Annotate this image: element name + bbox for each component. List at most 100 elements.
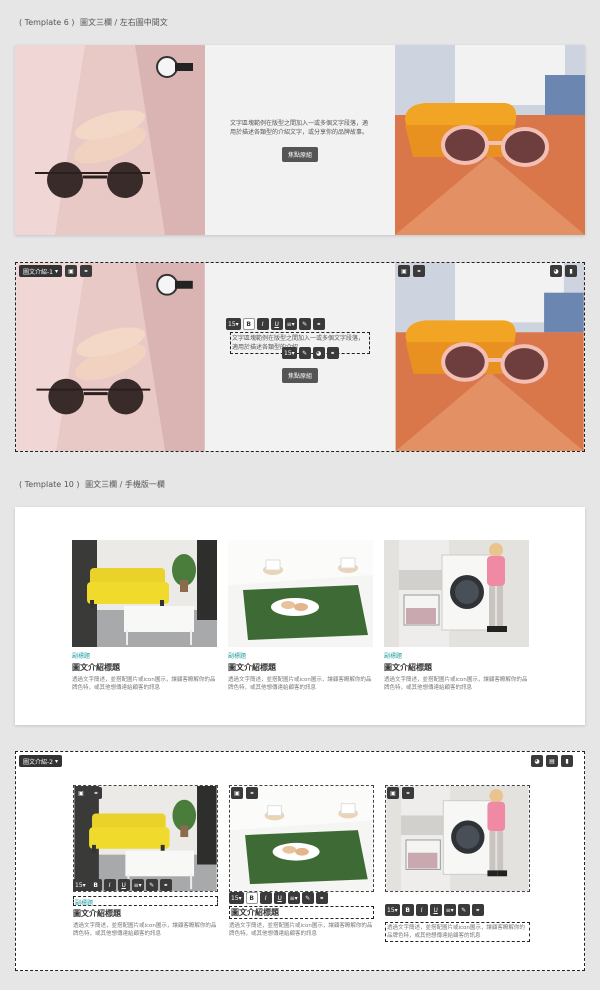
- text-format-toolbar: 15 ▾ B I U ≡▾ ✎ ⚭: [73, 879, 172, 891]
- italic-button[interactable]: I: [415, 904, 428, 916]
- palette-icon[interactable]: ◕: [550, 265, 562, 277]
- block-tag-dropdown[interactable]: 圖文介紹-2 ▾: [19, 755, 62, 767]
- edit-feature-card: 副標題 圖文介紹標題 透過文字簡述，並搭配圖片或icon圖示，讓顧客瞭解你的品牌…: [73, 785, 218, 938]
- font-size-dropdown[interactable]: 15 ▾: [282, 347, 297, 359]
- caret-down-icon: ▾: [54, 757, 58, 765]
- pen-icon[interactable]: ✎: [301, 892, 314, 904]
- link-icon[interactable]: ⚭: [326, 347, 339, 359]
- yellow-sofa-image: [72, 540, 217, 647]
- underline-button[interactable]: U: [429, 904, 442, 916]
- edit-card-category-box[interactable]: 副標題: [73, 896, 218, 907]
- child-laundry-image: [384, 540, 529, 647]
- edit-feature-card: 圖文介紹標題 透過文字簡述，並搭配圖片或icon圖示，讓顧客瞭解你的品牌色特，或…: [229, 785, 374, 938]
- italic-button[interactable]: I: [256, 318, 269, 330]
- pen-icon[interactable]: ✎: [298, 347, 311, 359]
- link-icon[interactable]: ⚭: [413, 265, 425, 277]
- font-size-dropdown[interactable]: 15 ▾: [226, 318, 241, 330]
- align-dropdown[interactable]: ≡▾: [131, 879, 144, 891]
- edit-table-bread-image[interactable]: [229, 785, 374, 892]
- pen-icon[interactable]: ✎: [457, 904, 470, 916]
- image-icon[interactable]: ▣: [231, 787, 243, 799]
- image-icon[interactable]: ▣: [75, 787, 87, 799]
- card-title: 圖文介紹標題: [228, 663, 276, 672]
- link-icon[interactable]: ⚭: [315, 892, 328, 904]
- settings-icon[interactable]: ▤: [546, 755, 558, 767]
- block-actions: ◕ ▮: [550, 265, 577, 277]
- card-description: 透過文字簡述，並搭配圖片或icon圖示，讓顧客瞭解你的品牌色特，或其他想傳達給顧…: [73, 923, 217, 937]
- image-icon[interactable]: ▣: [387, 787, 399, 799]
- font-size-dropdown[interactable]: 15 ▾: [73, 879, 88, 891]
- pen-icon[interactable]: ✎: [298, 318, 311, 330]
- palette-icon[interactable]: ◕: [531, 755, 543, 767]
- template10-edit: 副標題 圖文介紹標題 透過文字簡述，並搭配圖片或icon圖示，讓顧客瞭解你的品牌…: [15, 751, 585, 971]
- intro-text-column: 文字區塊範例在版型之間加入一或多個文字段落，適用於描述各類型的介紹文字，或分享你…: [205, 45, 395, 235]
- card-category: 副標題: [228, 653, 247, 660]
- card-category: 副標題: [384, 653, 403, 660]
- template6-preview: 文字區塊範例在版型之間加入一或多個文字段落，適用於描述各類型的介紹文字，或分享你…: [15, 45, 585, 235]
- font-size-value: 15: [387, 906, 395, 914]
- card-category: 副標題: [75, 900, 94, 907]
- font-size-dropdown[interactable]: 15 ▾: [229, 892, 244, 904]
- align-dropdown[interactable]: ≡▾: [284, 318, 297, 330]
- edit-focus-button[interactable]: 焦點原組: [281, 367, 318, 383]
- template-tag: ( Template 6 ): [19, 18, 75, 27]
- font-size-dropdown[interactable]: 15 ▾: [385, 904, 400, 916]
- feature-card: 副標題 圖文介紹標題 透過文字簡述，並搭配圖片或icon圖示，讓顧客瞭解你的品牌…: [72, 540, 217, 692]
- edit-card-title[interactable]: 圖文介紹標題: [229, 906, 374, 919]
- card-title: 圖文介紹標題: [384, 663, 432, 672]
- section-label-template10: ( Template 10 ) 圖文三欄 / 手機版一欄: [19, 479, 165, 490]
- palette-icon[interactable]: ◕: [312, 347, 325, 359]
- link-icon[interactable]: ⚭: [471, 904, 484, 916]
- edit-child-laundry-image[interactable]: [385, 785, 530, 892]
- bold-button[interactable]: B: [401, 904, 414, 916]
- align-dropdown[interactable]: ≡▾: [287, 892, 300, 904]
- focus-button[interactable]: 焦點原組: [281, 146, 318, 162]
- edit-yellow-sofa-image[interactable]: [73, 785, 218, 892]
- edit-sunglasses-image[interactable]: [395, 263, 584, 451]
- image-tools: ▣ ⚭: [387, 787, 414, 799]
- link-icon[interactable]: ⚭: [159, 879, 172, 891]
- italic-button[interactable]: I: [103, 879, 116, 891]
- image-tools: ▣ ⚭: [75, 787, 102, 799]
- block-tag-dropdown[interactable]: 圖文介紹-1 ▾: [19, 265, 62, 277]
- trash-icon[interactable]: ▮: [565, 265, 577, 277]
- edit-card-description[interactable]: 透過文字簡述，並搭配圖片或icon圖示，讓顧客瞭解你的品牌色特，或其他想傳達給顧…: [385, 922, 530, 942]
- italic-button[interactable]: I: [259, 892, 272, 904]
- text-format-toolbar: 15 ▾ B I U ≡▾ ✎ ⚭: [229, 892, 328, 904]
- text-format-toolbar: 15 ▾ B I U ≡▾ ✎ ⚭: [226, 318, 325, 330]
- block-tag-bar: 圖文介紹-2 ▾: [19, 755, 62, 767]
- underline-button[interactable]: U: [273, 892, 286, 904]
- underline-button[interactable]: U: [270, 318, 283, 330]
- table-bread-image: [228, 540, 373, 647]
- underline-button[interactable]: U: [117, 879, 130, 891]
- feature-card: 副標題 圖文介紹標題 透過文字簡述，並搭配圖片或icon圖示，讓顧客瞭解你的品牌…: [228, 540, 373, 692]
- image-icon[interactable]: ▣: [398, 265, 410, 277]
- link-icon[interactable]: ⚭: [90, 787, 102, 799]
- block-tag-label: 圖文介紹-1: [23, 268, 53, 276]
- edit-feature-card: 透過文字簡述，並搭配圖片或icon圖示，讓顧客瞭解你的品牌色特，或其他想傳達給顧…: [385, 785, 530, 942]
- card-description: 透過文字簡述，並搭配圖片或icon圖示，讓顧客瞭解你的品牌色特，或其他想傳達給顧…: [228, 677, 372, 691]
- text-format-toolbar: 15 ▾ B I U ≡▾ ✎ ⚭: [385, 904, 484, 916]
- template10-preview: 副標題 圖文介紹標題 透過文字簡述，並搭配圖片或icon圖示，讓顧客瞭解你的品牌…: [15, 507, 585, 725]
- trash-icon[interactable]: ▮: [561, 755, 573, 767]
- align-dropdown[interactable]: ≡▾: [443, 904, 456, 916]
- font-size-value: 15: [284, 349, 292, 357]
- edit-hands-image[interactable]: [16, 263, 205, 451]
- card-description: 透過文字簡述，並搭配圖片或icon圖示，讓顧客瞭解你的品牌色特，或其他想傳達給顧…: [229, 923, 373, 937]
- button-format-toolbar: 15 ▾ ✎ ◕ ⚭: [282, 347, 339, 359]
- bold-button[interactable]: B: [89, 879, 102, 891]
- bold-button[interactable]: B: [245, 892, 258, 904]
- pen-icon[interactable]: ✎: [145, 879, 158, 891]
- image-tools: ▣ ⚭: [398, 265, 425, 277]
- card-description: 透過文字簡述，並搭配圖片或icon圖示，讓顧客瞭解你的品牌色特，或其他想傳達給顧…: [72, 677, 216, 691]
- image-icon[interactable]: ▣: [65, 265, 77, 277]
- link-icon[interactable]: ⚭: [80, 265, 92, 277]
- template-title: 圖文三欄 / 左右圖中間文: [80, 18, 168, 27]
- card-description: 透過文字簡述，並搭配圖片或icon圖示，讓顧客瞭解你的品牌色特，或其他想傳達給顧…: [384, 677, 528, 691]
- link-icon[interactable]: ⚭: [312, 318, 325, 330]
- bold-button[interactable]: B: [242, 318, 255, 330]
- card-category: 副標題: [72, 653, 91, 660]
- link-icon[interactable]: ⚭: [402, 787, 414, 799]
- link-icon[interactable]: ⚭: [246, 787, 258, 799]
- hands-sunglasses-image: [15, 45, 205, 235]
